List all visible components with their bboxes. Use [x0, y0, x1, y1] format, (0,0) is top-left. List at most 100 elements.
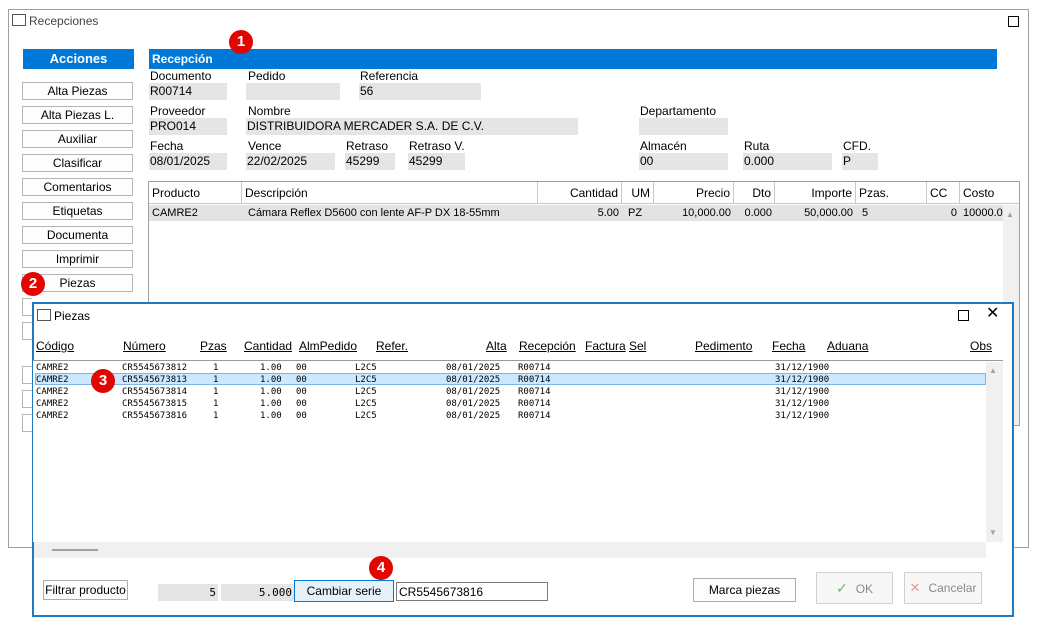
- table-row[interactable]: CAMRE2 CR5545673813 1 1.00 00 L2C5 08/01…: [36, 374, 986, 386]
- pedido-field[interactable]: [246, 83, 340, 100]
- ruta-label: Ruta: [744, 139, 770, 153]
- pcol-refer[interactable]: Refer.: [376, 339, 408, 353]
- cell-pzas[interactable]: 5: [856, 205, 927, 221]
- row-cantidad: 1.00: [260, 399, 282, 409]
- maximize-icon[interactable]: [1008, 16, 1019, 27]
- pcol-almpedido[interactable]: AlmPedido: [299, 339, 357, 353]
- cell-um[interactable]: PZ: [622, 205, 654, 221]
- col-producto[interactable]: Producto: [149, 182, 242, 204]
- alta-piezas-l-button[interactable]: Alta Piezas L.: [22, 106, 133, 124]
- ok-label: OK: [855, 582, 874, 596]
- col-descripcion[interactable]: Descripción: [242, 182, 538, 204]
- cell-producto[interactable]: CAMRE2: [149, 205, 242, 221]
- table-row[interactable]: CAMRE2 CR5545673816 1 1.00 00 L2C5 08/01…: [36, 410, 986, 422]
- row-fecha: 31/12/1900: [775, 363, 830, 373]
- fecha-field[interactable]: 08/01/2025: [149, 153, 227, 170]
- scroll-up-icon[interactable]: ▲: [1006, 210, 1014, 219]
- col-cc[interactable]: CC: [927, 182, 960, 204]
- pcol-sel[interactable]: Sel: [629, 339, 646, 353]
- cell-importe[interactable]: 50,000.00: [775, 205, 856, 221]
- row-recepcion: R00714: [518, 375, 551, 385]
- row-alta: 08/01/2025: [446, 387, 501, 397]
- pcol-pedimento[interactable]: Pedimento: [695, 339, 752, 353]
- col-dto[interactable]: Dto: [734, 182, 775, 204]
- almacen-field[interactable]: 00: [639, 153, 728, 170]
- row-refer: L2C5: [355, 387, 377, 397]
- pcol-alta[interactable]: Alta: [486, 339, 507, 353]
- maximize-icon[interactable]: [958, 310, 969, 321]
- row-refer: L2C5: [355, 399, 377, 409]
- count-field: 5: [158, 584, 218, 601]
- cancelar-button[interactable]: ✕ Cancelar: [904, 572, 982, 604]
- pcol-obs[interactable]: Obs: [970, 339, 992, 353]
- cambiar-serie-button[interactable]: Cambiar serie: [294, 580, 394, 602]
- row-codigo: CAMRE2: [36, 375, 69, 385]
- documento-field[interactable]: R00714: [149, 83, 227, 100]
- comentarios-button[interactable]: Comentarios: [22, 178, 133, 196]
- documenta-button[interactable]: Documenta: [22, 226, 133, 244]
- cell-descripcion[interactable]: Cámara Reflex D5600 con lente AF-P DX 18…: [242, 205, 538, 221]
- cell-cantidad[interactable]: 5.00: [538, 205, 622, 221]
- vence-field[interactable]: 22/02/2025: [246, 153, 335, 170]
- scroll-up-icon[interactable]: ▲: [989, 366, 997, 375]
- close-icon[interactable]: ✕: [986, 305, 999, 323]
- hidden-side-button[interactable]: [22, 298, 32, 316]
- scroll-down-icon[interactable]: ▼: [989, 528, 997, 537]
- pcol-factura[interactable]: Factura: [585, 339, 626, 353]
- nombre-label: Nombre: [248, 104, 291, 118]
- window-title-text: Recepciones: [29, 14, 99, 28]
- retraso-field[interactable]: 45299: [345, 153, 395, 170]
- cell-cc[interactable]: 0: [927, 205, 960, 221]
- pcol-fecha[interactable]: Fecha: [772, 339, 805, 353]
- cfd-field[interactable]: P: [842, 153, 878, 170]
- col-um[interactable]: UM: [622, 182, 654, 204]
- pcol-numero[interactable]: Número: [123, 339, 166, 353]
- hidden-side-button[interactable]: [22, 390, 32, 408]
- pcol-aduana[interactable]: Aduana: [827, 339, 868, 353]
- row-recepcion: R00714: [518, 399, 551, 409]
- row-fecha: 31/12/1900: [775, 375, 830, 385]
- cell-dto[interactable]: 0.000: [734, 205, 775, 221]
- table-row[interactable]: CAMRE2 CR5545673815 1 1.00 00 L2C5 08/01…: [36, 398, 986, 410]
- row-recepcion: R00714: [518, 411, 551, 421]
- horizontal-scroll-thumb[interactable]: [52, 549, 98, 551]
- table-row[interactable]: CAMRE2 CR5545673814 1 1.00 00 L2C5 08/01…: [36, 386, 986, 398]
- col-precio[interactable]: Precio: [654, 182, 734, 204]
- alta-piezas-button[interactable]: Alta Piezas: [22, 82, 133, 100]
- table-row[interactable]: CAMRE2 CR5545673812 1 1.00 00 L2C5 08/01…: [36, 362, 986, 374]
- serie-input[interactable]: [396, 582, 548, 601]
- retraso-v-label: Retraso V.: [409, 139, 465, 153]
- etiquetas-button[interactable]: Etiquetas: [22, 202, 133, 220]
- row-numero: CR5545673814: [122, 387, 188, 397]
- cell-costo[interactable]: 10000.0: [960, 205, 1003, 221]
- row-alm: 00: [296, 375, 307, 385]
- auxiliar-button[interactable]: Auxiliar: [22, 130, 133, 148]
- horizontal-scrollbar[interactable]: [34, 542, 986, 558]
- clasificar-button[interactable]: Clasificar: [22, 154, 133, 172]
- row-numero: CR5545673813: [122, 375, 188, 385]
- col-importe[interactable]: Importe: [775, 182, 856, 204]
- pcol-codigo[interactable]: Código: [36, 339, 74, 353]
- cell-precio[interactable]: 10,000.00: [654, 205, 734, 221]
- col-costo[interactable]: Costo: [960, 182, 1019, 204]
- hidden-side-button[interactable]: [22, 366, 32, 384]
- row-pzas: 1: [213, 363, 219, 373]
- hidden-side-button[interactable]: [22, 322, 32, 340]
- departamento-field[interactable]: [639, 118, 728, 135]
- ok-button[interactable]: ✓ OK: [816, 572, 893, 604]
- imprimir-button[interactable]: Imprimir: [22, 250, 133, 268]
- hidden-side-button[interactable]: [22, 414, 32, 432]
- pcol-cantidad[interactable]: Cantidad: [244, 339, 292, 353]
- col-pzas[interactable]: Pzas.: [856, 182, 927, 204]
- referencia-field[interactable]: 56: [359, 83, 481, 100]
- vertical-scrollbar[interactable]: [986, 362, 1003, 542]
- pcol-pzas[interactable]: Pzas: [200, 339, 227, 353]
- col-cantidad[interactable]: Cantidad: [538, 182, 622, 204]
- retraso-v-field[interactable]: 45299: [408, 153, 465, 170]
- marca-piezas-button[interactable]: Marca piezas: [693, 578, 796, 602]
- ruta-field[interactable]: 0.000: [743, 153, 832, 170]
- proveedor-field[interactable]: PRO014: [149, 118, 227, 135]
- filtrar-producto-button[interactable]: Filtrar producto: [43, 580, 128, 600]
- nombre-field[interactable]: DISTRIBUIDORA MERCADER S.A. DE C.V.: [246, 118, 578, 135]
- pcol-recepcion[interactable]: Recepción: [519, 339, 576, 353]
